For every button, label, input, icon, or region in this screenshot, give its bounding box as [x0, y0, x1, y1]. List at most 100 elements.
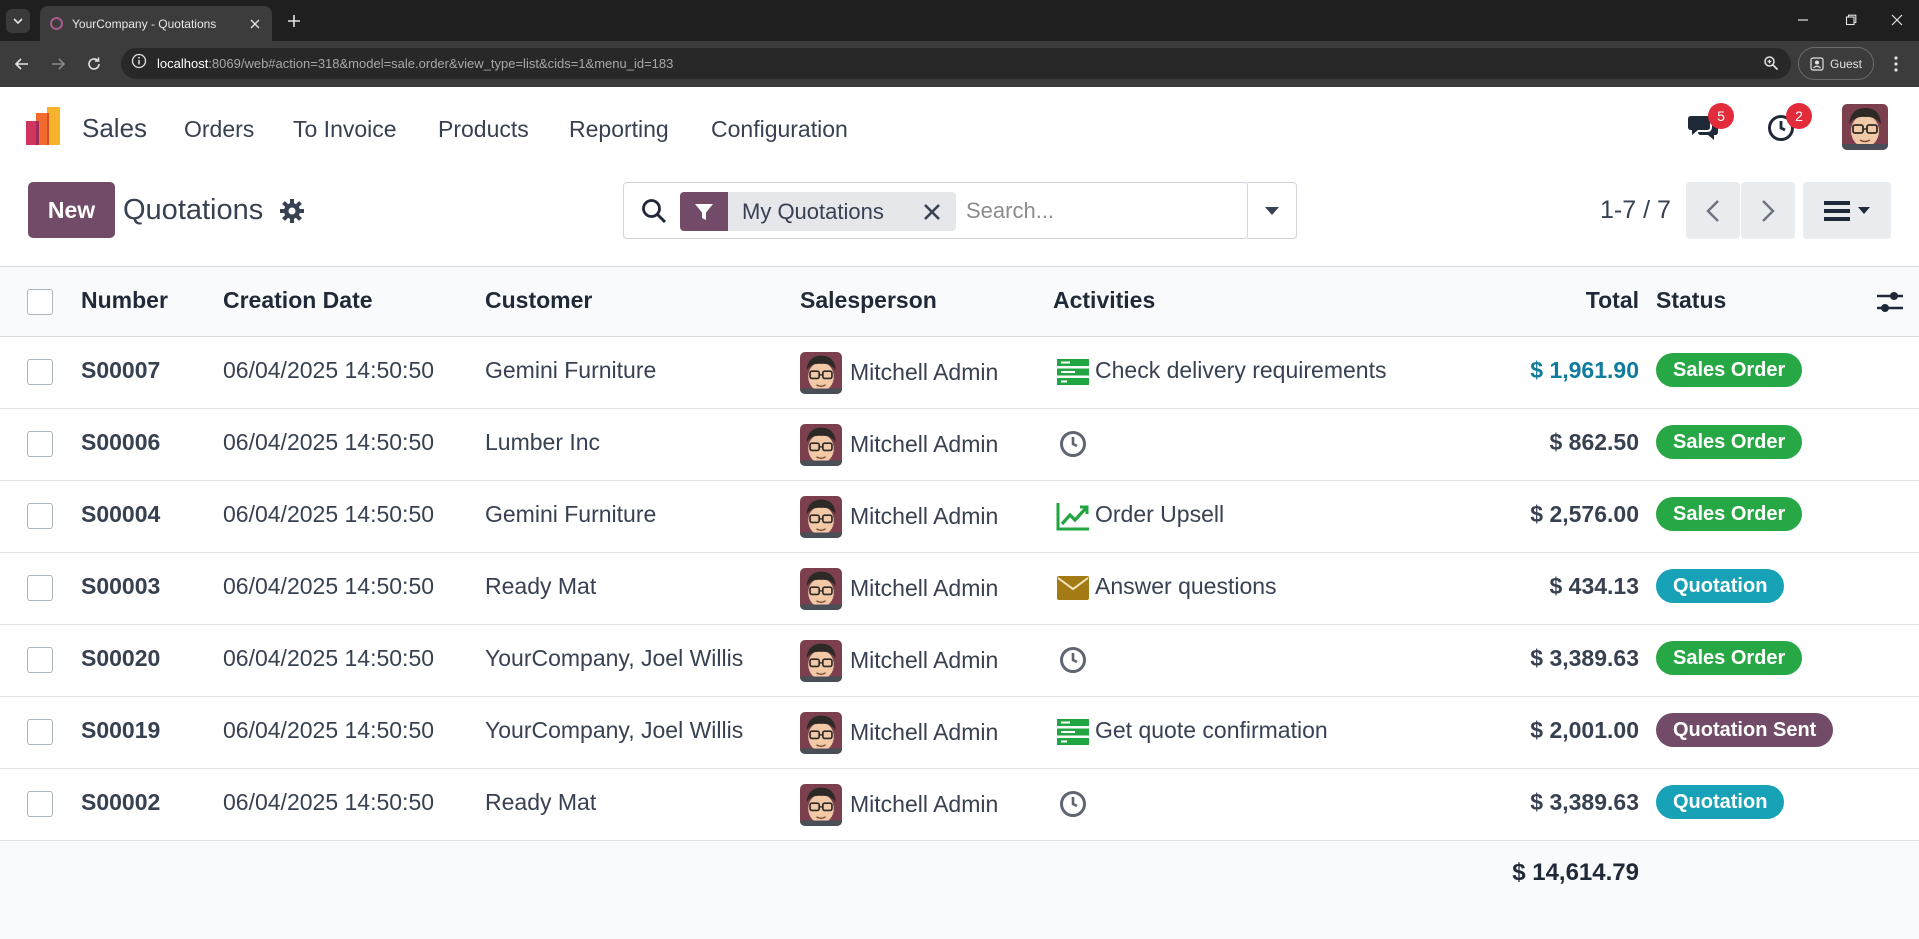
odoo-navbar: Sales Orders To Invoice Products Reporti… — [0, 87, 1919, 170]
search-facet-my-quotations[interactable]: My Quotations — [680, 192, 956, 231]
sales-app-logo-icon[interactable] — [26, 107, 66, 147]
control-panel: New Quotations My Quotations Search... 1… — [0, 170, 1919, 266]
cell-creation-date: 06/04/2025 14:50:50 — [223, 789, 435, 815]
pager-value[interactable]: 1-7 / 7 — [1600, 196, 1671, 225]
cell-customer: Ready Mat — [485, 573, 597, 599]
profile-icon — [1810, 56, 1824, 71]
column-header-salesperson[interactable]: Salesperson — [800, 287, 937, 314]
cell-number: S00003 — [81, 573, 161, 599]
zoom-magnifier-icon[interactable] — [1763, 55, 1779, 76]
restore-window-icon[interactable] — [1838, 8, 1864, 32]
row-checkbox[interactable] — [27, 431, 53, 457]
profile-guest-button[interactable]: Guest — [1798, 47, 1874, 80]
column-header-number[interactable]: Number — [81, 287, 168, 314]
pager-previous-button[interactable] — [1686, 182, 1740, 239]
back-arrow-icon[interactable] — [10, 52, 34, 76]
todo-icon[interactable] — [1056, 715, 1090, 749]
clock-icon[interactable] — [1056, 643, 1090, 677]
cell-total: $ 2,576.00 — [1530, 501, 1639, 527]
list-view-icon — [1824, 200, 1850, 221]
cell-creation-date: 06/04/2025 14:50:50 — [223, 573, 435, 599]
cell-total: $ 3,389.63 — [1530, 645, 1639, 671]
profile-label: Guest — [1829, 56, 1862, 71]
address-bar[interactable]: localhost:8069/web#action=318&model=sale… — [121, 48, 1791, 79]
minimize-window-icon[interactable] — [1790, 8, 1816, 32]
caret-down-icon — [1858, 207, 1870, 214]
site-info-icon[interactable] — [131, 53, 147, 74]
view-switcher-button[interactable] — [1803, 182, 1891, 239]
search-input[interactable] — [966, 193, 1246, 229]
table-row[interactable]: S00003 06/04/2025 14:50:50 Ready Mat Mitche… — [0, 553, 1919, 625]
row-checkbox[interactable] — [27, 719, 53, 745]
menu-to-invoice[interactable]: To Invoice — [293, 116, 397, 143]
messages-count-badge: 5 — [1708, 103, 1734, 129]
status-badge: Quotation — [1656, 569, 1785, 603]
menu-configuration[interactable]: Configuration — [711, 116, 848, 143]
chart-line-icon[interactable] — [1056, 499, 1090, 533]
envelope-icon[interactable] — [1056, 571, 1090, 605]
menu-products[interactable]: Products — [438, 116, 529, 143]
select-all-checkbox[interactable] — [27, 289, 53, 315]
column-header-activities[interactable]: Activities — [1053, 287, 1155, 314]
tab-search-button[interactable] — [6, 9, 30, 33]
cell-number: S00020 — [81, 645, 161, 671]
optional-columns-sliders-icon[interactable] — [1877, 290, 1903, 319]
column-header-customer[interactable]: Customer — [485, 287, 592, 314]
tab-close-icon[interactable] — [244, 13, 266, 35]
cell-number: S00007 — [81, 357, 161, 383]
cell-activity-summary: Order Upsell — [1095, 501, 1225, 527]
messages-button[interactable]: 5 — [1686, 103, 1734, 145]
cell-activity-summary: Answer questions — [1095, 573, 1277, 599]
column-header-total[interactable]: Total — [1586, 287, 1639, 314]
user-avatar[interactable] — [1842, 104, 1888, 150]
table-row[interactable]: S00019 06/04/2025 14:50:50 YourCompany, Jo… — [0, 697, 1919, 769]
close-window-icon[interactable] — [1884, 8, 1910, 32]
cell-number: S00019 — [81, 717, 161, 743]
forward-arrow-icon[interactable] — [46, 52, 70, 76]
gear-icon[interactable] — [279, 198, 305, 224]
status-badge: Quotation Sent — [1656, 713, 1834, 747]
cell-salesperson: Mitchell Admin — [850, 575, 999, 601]
search-icon[interactable] — [641, 198, 667, 229]
clock-icon[interactable] — [1056, 427, 1090, 461]
activities-button[interactable]: 2 — [1764, 103, 1812, 145]
todo-icon[interactable] — [1056, 355, 1090, 389]
row-checkbox[interactable] — [27, 359, 53, 385]
row-checkbox[interactable] — [27, 503, 53, 529]
row-checkbox[interactable] — [27, 791, 53, 817]
column-header-creation-date[interactable]: Creation Date — [223, 287, 373, 314]
table-row[interactable]: S00006 06/04/2025 14:50:50 Lumber Inc Mitch… — [0, 409, 1919, 481]
search-options-toggle[interactable] — [1247, 182, 1297, 239]
salesperson-avatar — [800, 640, 842, 682]
facet-label: My Quotations — [742, 198, 884, 224]
status-badge: Quotation — [1656, 785, 1785, 819]
cell-total: $ 862.50 — [1549, 429, 1639, 455]
cell-customer: YourCompany, Joel Willis — [485, 645, 744, 671]
browser-menu-icon[interactable] — [1884, 52, 1908, 76]
pager-next-button[interactable] — [1741, 182, 1795, 239]
app-name[interactable]: Sales — [82, 113, 147, 144]
row-checkbox[interactable] — [27, 647, 53, 673]
menu-reporting[interactable]: Reporting — [569, 116, 669, 143]
clock-icon[interactable] — [1056, 787, 1090, 821]
table-row[interactable]: S00002 06/04/2025 14:50:50 Ready Mat Mitche… — [0, 769, 1919, 841]
table-row[interactable]: S00020 06/04/2025 14:50:50 YourCompany, Jo… — [0, 625, 1919, 697]
menu-orders[interactable]: Orders — [184, 116, 254, 143]
column-header-status[interactable]: Status — [1656, 287, 1726, 314]
row-checkbox[interactable] — [27, 575, 53, 601]
new-button[interactable]: New — [28, 182, 115, 238]
cell-salesperson: Mitchell Admin — [850, 503, 999, 529]
cell-customer: Ready Mat — [485, 789, 597, 815]
reload-icon[interactable] — [82, 52, 106, 76]
remove-facet-close-icon[interactable] — [918, 198, 946, 226]
table-row[interactable]: S00004 06/04/2025 14:50:50 Gemini Furnitur… — [0, 481, 1919, 553]
browser-tab-active[interactable]: YourCompany - Quotations — [40, 6, 272, 41]
chevron-right-icon — [1762, 199, 1775, 222]
cell-salesperson: Mitchell Admin — [850, 359, 999, 385]
table-row[interactable]: S00007 06/04/2025 14:50:50 Gemini Furnitur… — [0, 337, 1919, 409]
page-title[interactable]: Quotations — [123, 194, 263, 227]
new-tab-plus-icon[interactable] — [282, 9, 306, 33]
cell-customer: Gemini Furniture — [485, 357, 657, 383]
cell-customer: Gemini Furniture — [485, 501, 657, 527]
cell-activity-summary: Get quote confirmation — [1095, 717, 1328, 743]
